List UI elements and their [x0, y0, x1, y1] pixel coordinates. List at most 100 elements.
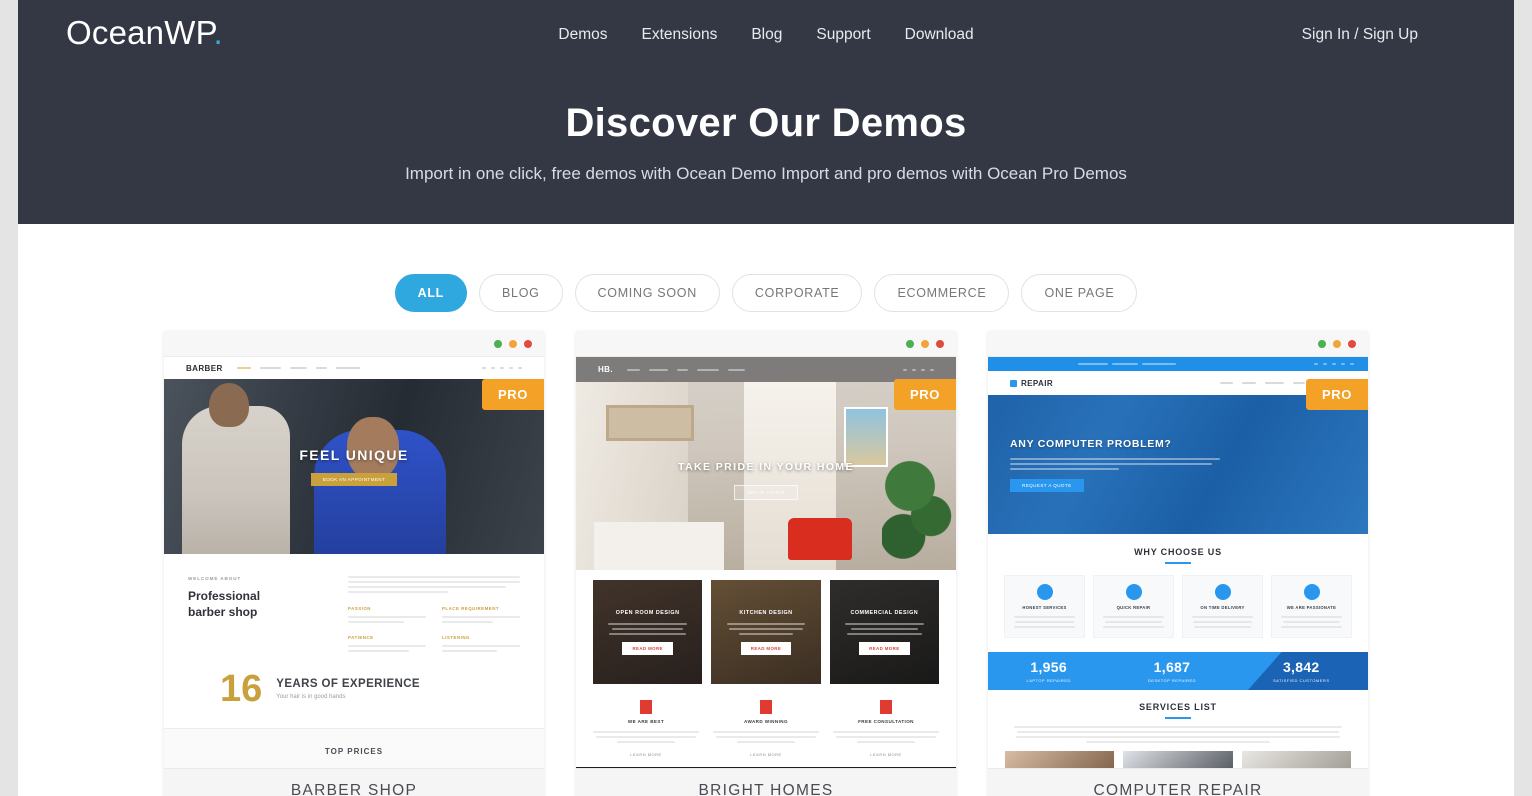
- preview-feature-button: LEARN MORE: [870, 752, 902, 757]
- preview-about-eyebrow: WELCOME ABOUT: [188, 576, 242, 581]
- preview-service-card: COMMERCIAL DESIGN READ MORE: [830, 580, 939, 684]
- chrome-dot-amber-icon: [921, 339, 929, 348]
- preview-logo: BARBER: [186, 363, 223, 373]
- chrome-dot-amber-icon: [1333, 339, 1341, 348]
- preview-why-label: WE ARE PASSIONATE: [1286, 605, 1337, 610]
- nav-item-download[interactable]: Download: [905, 26, 974, 44]
- user-icon: [640, 700, 652, 714]
- preview-stat: 1,956 LAPTOP REPAIRED: [1026, 659, 1070, 683]
- preview-service-thumb: [1123, 751, 1233, 768]
- preview-feature: FREE CONSULTATION LEARN MORE: [830, 700, 942, 757]
- preview-why-item: QUICK REPAIR: [1093, 575, 1174, 638]
- demo-card-footer: BARBER SHOP: [164, 768, 544, 796]
- chrome-dot-red-icon: [936, 339, 944, 348]
- filter-all[interactable]: ALL: [394, 274, 467, 312]
- chrome-dot-green-icon: [906, 339, 914, 348]
- main-navigation: Demos Extensions Blog Support Download: [558, 26, 973, 44]
- preview-hero-button: GET IN TOUCH: [734, 485, 798, 500]
- preview-stat: 1,687 DESKTOP REPAIRED: [1148, 659, 1196, 683]
- preview-experience-block: 16 YEARS OF EXPERIENCE Your hair is in g…: [164, 652, 544, 728]
- preview-services-section: SERVICES LIST: [988, 690, 1368, 768]
- demo-card-title: BARBER SHOP: [290, 782, 418, 796]
- pro-badge: PRO: [482, 379, 544, 410]
- preview-prices-label: TOP PRICES: [324, 747, 384, 756]
- preview-service-button: READ MORE: [740, 641, 792, 655]
- nav-item-support[interactable]: Support: [816, 26, 870, 44]
- preview-stat-value: 1,956: [1030, 659, 1067, 675]
- preview-service-title: OPEN ROOM DESIGN: [615, 609, 680, 616]
- preview-service-title: KITCHEN DESIGN: [739, 609, 793, 616]
- nav-item-blog[interactable]: Blog: [751, 26, 782, 44]
- preview-hero-button: BOOK AN APPOINTMENT: [310, 473, 398, 486]
- page-frame: OceanWP. Demos Extensions Blog Support D…: [18, 0, 1514, 796]
- pro-badge: PRO: [894, 379, 956, 410]
- preview-service-card: OPEN ROOM DESIGN READ MORE: [593, 580, 702, 684]
- preview-prices-band: TOP PRICES: [164, 728, 544, 768]
- section-divider: [1165, 717, 1191, 719]
- preview-about-title-line1: Professional: [188, 589, 261, 603]
- preview-hero-button: REQUEST A QUOTE: [1010, 478, 1084, 492]
- pro-badge: PRO: [1306, 379, 1368, 410]
- filter-corporate[interactable]: CORPORATE: [731, 274, 863, 312]
- clock-icon: [1214, 584, 1231, 600]
- preview-stat-label: DESKTOP REPAIRED: [1147, 678, 1197, 683]
- nav-item-demos[interactable]: Demos: [558, 26, 607, 44]
- filter-one-page[interactable]: ONE PAGE: [1021, 274, 1138, 312]
- preview-stat-value: 1,687: [1153, 659, 1191, 675]
- demo-card-bright-homes[interactable]: PRO HB. TAKE PRIDE IN YOUR HOME GET IN T…: [576, 331, 956, 796]
- preview-feature-button: LEARN MORE: [750, 752, 782, 757]
- preview-years-sub: Your hair is in good hands: [276, 694, 346, 700]
- site-logo[interactable]: OceanWP.: [66, 14, 223, 52]
- nav-item-extensions[interactable]: Extensions: [642, 26, 718, 44]
- wrench-icon: [1010, 379, 1017, 387]
- demo-card-footer: BRIGHT HOMES: [576, 768, 956, 796]
- preview-service-title: COMMERCIAL DESIGN: [850, 609, 919, 616]
- preview-feature-title: AWARD WINNING: [744, 719, 788, 724]
- preview-years-number: 16: [220, 668, 263, 710]
- page-title: Discover Our Demos: [565, 101, 967, 145]
- chrome-dot-green-icon: [494, 339, 502, 348]
- preview-hero-title: FEEL UNIQUE: [299, 447, 409, 463]
- sign-in-sign-up-link[interactable]: Sign In / Sign Up: [1302, 26, 1418, 44]
- preview-projects-bar: MY LATEST PROJECTS: [576, 767, 956, 768]
- preview-service-button: READ MORE: [622, 641, 673, 655]
- preview-feature: AWARD WINNING LEARN MORE: [710, 700, 822, 757]
- preview-feature-title: FREE CONSULTATION: [858, 719, 914, 724]
- preview-why-item: HONEST SERVICES: [1004, 575, 1085, 638]
- trophy-icon: [760, 700, 772, 714]
- preview-stat-label: LAPTOP REPAIRED: [1026, 678, 1071, 683]
- hero-section: Discover Our Demos Import in one click, …: [18, 73, 1514, 184]
- demo-filter-bar: ALL BLOG COMING SOON CORPORATE ECOMMERCE…: [18, 224, 1514, 312]
- filter-blog[interactable]: BLOG: [479, 274, 563, 312]
- preview-feature-label: PLACE REQUIREMENT: [442, 606, 500, 611]
- preview-hero-title: ANY COMPUTER PROBLEM?: [1010, 437, 1172, 450]
- preview-features-row: WE ARE BEST LEARN MORE AWARD WINNING LEA…: [576, 684, 956, 767]
- heart-icon: [1303, 584, 1320, 600]
- filter-coming-soon[interactable]: COMING SOON: [574, 274, 720, 312]
- site-logo-text: OceanWP: [66, 14, 214, 51]
- site-header: OceanWP. Demos Extensions Blog Support D…: [18, 0, 1514, 224]
- preview-feature: WE ARE BEST LEARN MORE: [590, 700, 702, 757]
- demo-card-computer-repair[interactable]: PRO REPAIR ANY COMPUTER PROBLEM? REQUEST…: [988, 331, 1368, 796]
- browser-chrome-bar: [576, 331, 956, 357]
- preview-feature-label: LISTENING: [442, 635, 470, 640]
- filter-ecommerce[interactable]: ECOMMERCE: [874, 274, 1010, 312]
- preview-navbar: BARBER: [164, 357, 544, 379]
- preview-about-section: WELCOME ABOUT Professional barber shop P…: [164, 554, 544, 652]
- browser-chrome-bar: [988, 331, 1368, 357]
- preview-stats-band: 1,956 LAPTOP REPAIRED 1,687 DESKTOP REPA…: [988, 652, 1368, 690]
- preview-about-title-line2: barber shop: [188, 605, 258, 620]
- demo-card-title: BRIGHT HOMES: [698, 782, 834, 796]
- preview-service-thumb: [1241, 751, 1351, 768]
- preview-stat: 3,842 SATISFIED CUSTOMERS: [1273, 659, 1329, 683]
- demo-preview-computer-repair: PRO REPAIR ANY COMPUTER PROBLEM? REQUEST…: [988, 357, 1368, 768]
- support-icon: [880, 700, 892, 714]
- preview-years-label: YEARS OF EXPERIENCE: [276, 678, 420, 690]
- preview-why-section: WHY CHOOSE US HONEST SERVICES QUICK REPA…: [988, 534, 1368, 652]
- demo-card-title: COMPUTER REPAIR: [1093, 782, 1263, 796]
- preview-feature-label: PASSION: [348, 606, 371, 611]
- send-icon: [1125, 584, 1142, 600]
- preview-hero: ANY COMPUTER PROBLEM? REQUEST A QUOTE: [988, 395, 1368, 534]
- demo-card-barber-shop[interactable]: PRO BARBER FEEL UNIQUE BOOK AN APPOINTME…: [164, 331, 544, 796]
- preview-services-row: [988, 743, 1368, 768]
